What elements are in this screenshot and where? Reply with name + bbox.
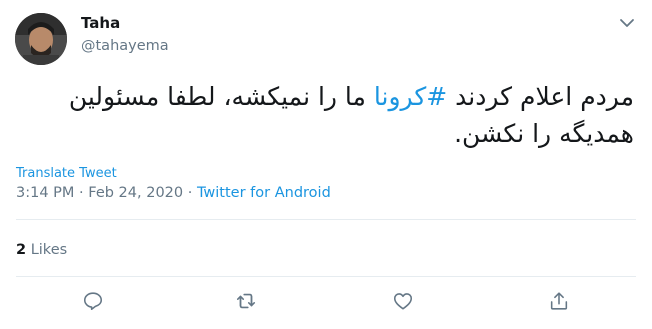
likes-count: 2: [16, 242, 27, 258]
reply-icon[interactable]: [82, 290, 104, 312]
meta-separator: ·: [183, 185, 197, 201]
meta-separator: ·: [74, 185, 89, 201]
tweet-text-before: مردم اعلام کردند: [447, 82, 634, 111]
tweet-metadata: 3:14 PM · Feb 24, 2020 · Twitter for And…: [16, 185, 331, 201]
divider: [16, 219, 636, 220]
chevron-down-icon[interactable]: [617, 13, 637, 33]
translate-tweet-link[interactable]: Translate Tweet: [16, 166, 117, 181]
tweet-text: مردم اعلام کردند #کرونا ما را نمیکشه، لط…: [14, 78, 634, 152]
tweet-time[interactable]: 3:14 PM: [16, 185, 74, 201]
avatar[interactable]: [15, 13, 67, 65]
hashtag-link[interactable]: #کرونا: [374, 82, 447, 111]
likes-link[interactable]: 2 Likes: [16, 242, 67, 258]
likes-label: Likes: [30, 242, 68, 258]
heart-icon[interactable]: [392, 290, 414, 312]
tweet-date[interactable]: Feb 24, 2020: [88, 185, 183, 201]
share-icon[interactable]: [548, 290, 570, 312]
author-name[interactable]: Taha: [81, 14, 120, 32]
avatar-image: [15, 13, 67, 65]
author-handle[interactable]: @tahayema: [81, 38, 169, 54]
divider: [16, 276, 636, 277]
retweet-icon[interactable]: [235, 290, 257, 312]
tweet-source-link[interactable]: Twitter for Android: [197, 185, 331, 201]
